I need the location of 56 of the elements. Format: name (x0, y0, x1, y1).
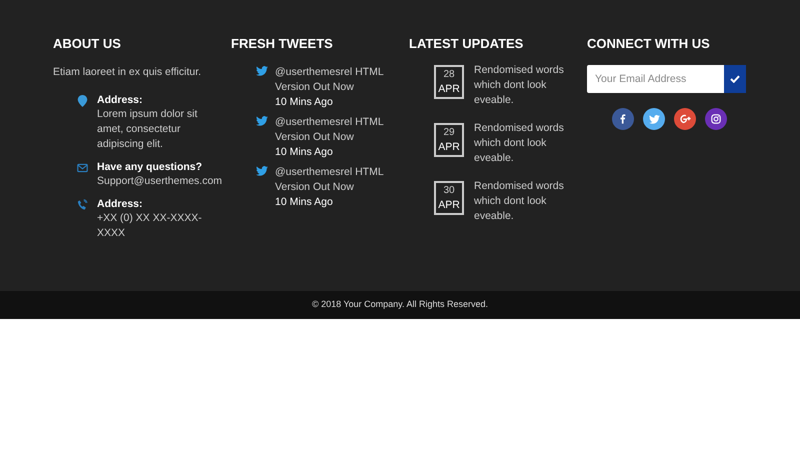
tweet-text: Version Out Now (275, 180, 355, 195)
facebook-icon (620, 114, 626, 124)
contact-label: Have any questions? (97, 161, 204, 174)
envelope-icon (77, 162, 88, 174)
update-text: which dont look (474, 136, 548, 151)
update-text: eveable. (474, 93, 515, 108)
camera-icon (711, 114, 721, 124)
social-link[interactable] (674, 108, 696, 130)
bird-icon (256, 66, 268, 76)
intro-text: Etiam laoreet in ex quis efficitur. (53, 65, 202, 79)
tweet-text: @userthemesrel HTML (275, 165, 384, 180)
tweet-time: 10 Mins Ago (275, 195, 334, 210)
tweet-text: @userthemesrel HTML (275, 115, 384, 130)
update-text: Rendomised words (474, 121, 564, 136)
section-heading: CONNECT WITH US (587, 36, 711, 51)
update-text: which dont look (474, 194, 548, 209)
date-day: 29 (443, 126, 455, 140)
tweet-text: Version Out Now (275, 130, 355, 145)
checkmark-icon (730, 75, 740, 83)
contact-text: amet, consectetur (97, 122, 182, 137)
date-month: APR (438, 198, 460, 212)
bird-icon (256, 166, 268, 176)
subscribe-button[interactable] (724, 65, 746, 93)
location-pin-icon (77, 95, 88, 107)
contact-text: Lorem ipsum dolor sit (97, 107, 198, 122)
social-link[interactable] (705, 108, 727, 130)
date-month: APR (438, 82, 460, 96)
update-text: Rendomised words (474, 179, 564, 194)
tweet-time: 10 Mins Ago (275, 145, 334, 160)
copyright-text: © 2018 Your Company. All Rights Reserved. (312, 298, 488, 312)
email-field[interactable]: Your Email Address (587, 65, 724, 93)
phone-icon (77, 199, 88, 211)
section-heading: ABOUT US (53, 36, 122, 51)
update-text: eveable. (474, 209, 515, 224)
contact-text: +XX (0) XX XX-XXXX- (97, 211, 202, 226)
section-heading: FRESH TWEETS (231, 36, 334, 51)
tweet-time: 10 Mins Ago (275, 95, 334, 110)
date-month: APR (438, 140, 460, 154)
contact-text: XXXX (97, 226, 126, 241)
bird-icon (256, 116, 268, 126)
contact-label: Address: (97, 198, 144, 211)
section-heading: LATEST UPDATES (409, 36, 524, 51)
google-plus-icon (679, 113, 691, 125)
social-link[interactable] (643, 108, 665, 130)
update-text: Rendomised words (474, 63, 564, 78)
update-text: which dont look (474, 78, 548, 93)
contact-text: Support@userthemes.com (97, 174, 222, 189)
tweet-text: Version Out Now (275, 80, 355, 95)
update-text: eveable. (474, 151, 515, 166)
contact-label: Address: (97, 94, 144, 107)
contact-text: adipiscing elit. (97, 137, 164, 152)
date-day: 28 (443, 68, 455, 82)
social-link[interactable] (612, 108, 634, 130)
date-day: 30 (443, 184, 455, 198)
tweet-text: @userthemesrel HTML (275, 65, 384, 80)
bird-icon (648, 114, 660, 124)
